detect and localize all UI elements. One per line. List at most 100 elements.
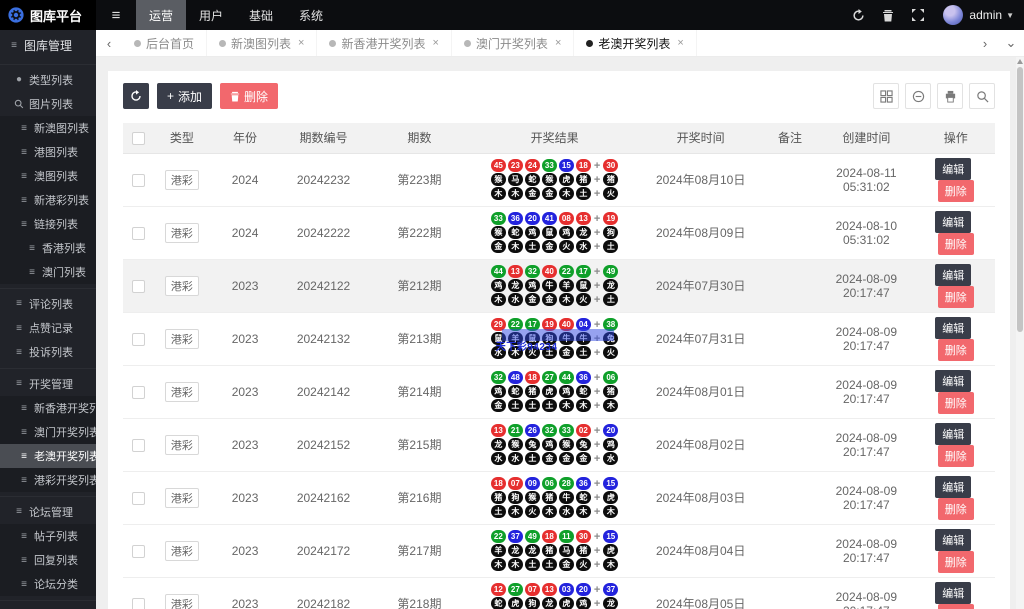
lottery-ball: 狗	[524, 597, 540, 609]
tabs-scroll-right-icon[interactable]: ›	[972, 30, 998, 56]
sidebar-item-13[interactable]: ≡ 开奖管理	[0, 368, 96, 396]
edit-button[interactable]: 编辑	[935, 528, 972, 551]
page-scrollbar[interactable]	[1016, 57, 1024, 609]
edit-button[interactable]: 编辑	[935, 581, 972, 604]
row-checkbox[interactable]	[131, 173, 145, 187]
sidebar-item-19[interactable]: ≡ 帖子列表	[0, 524, 96, 548]
row-checkbox[interactable]	[131, 226, 145, 240]
sidebar-item-15[interactable]: ≡ 澳门开奖列表	[0, 420, 96, 444]
sidebar-item-9[interactable]: ≡ 澳门列表	[0, 260, 96, 284]
nav-menu-item-2[interactable]: 基础	[236, 0, 286, 30]
col-created: 创建时间	[816, 123, 917, 154]
delete-button[interactable]: 删除	[937, 497, 974, 520]
user-avatar[interactable]	[943, 5, 964, 25]
list-icon: ≡	[21, 402, 27, 414]
sidebar-item-20[interactable]: ≡ 回复列表	[0, 548, 96, 572]
edit-button[interactable]: 编辑	[935, 316, 972, 339]
cell-issue-no: 20242152	[279, 418, 368, 472]
sidebar-item-2[interactable]: 图片列表	[0, 92, 96, 116]
filter-columns-icon[interactable]	[873, 83, 899, 109]
delete-button[interactable]: 删除	[937, 179, 974, 202]
sidebar-item-11[interactable]: ≡ 点赞记录	[0, 316, 96, 340]
edit-button[interactable]: 编辑	[935, 263, 972, 286]
refresh-table-button[interactable]	[123, 83, 149, 109]
tab-0[interactable]: 后台首页	[122, 30, 208, 56]
delete-button[interactable]: 删除	[937, 603, 974, 609]
lottery-ball: 13	[490, 424, 506, 437]
sidebar-item-18[interactable]: ≡ 论坛管理	[0, 496, 96, 524]
delete-button[interactable]: 删除	[937, 444, 974, 467]
edit-button[interactable]: 编辑	[935, 369, 972, 392]
row-checkbox[interactable]	[131, 385, 145, 399]
row-checkbox[interactable]	[131, 597, 145, 609]
delete-button[interactable]: 删除	[937, 232, 974, 255]
list-icon: ≡	[21, 170, 27, 182]
edit-button[interactable]: 编辑	[935, 157, 972, 180]
sidebar-item-0[interactable]: ≡ 图库管理	[0, 30, 96, 60]
row-checkbox[interactable]	[131, 491, 145, 505]
sidebar-item-5[interactable]: ≡ 澳图列表	[0, 164, 96, 188]
lottery-ball: 23	[507, 159, 523, 172]
tab-4[interactable]: 老澳开奖列表 ×	[574, 30, 697, 56]
row-checkbox[interactable]	[131, 544, 145, 558]
sidebar-item-4[interactable]: ≡ 港图列表	[0, 140, 96, 164]
sidebar-item-3[interactable]: ≡ 新澳图列表	[0, 116, 96, 140]
sidebar-item-1[interactable]: ● 类型列表	[0, 64, 96, 92]
hamburger-icon[interactable]: ≡	[96, 0, 136, 30]
tab-close-icon[interactable]: ×	[298, 37, 304, 49]
tab-close-icon[interactable]: ×	[555, 37, 561, 49]
export-icon[interactable]	[905, 83, 931, 109]
sidebar-item-17[interactable]: ≡ 港彩开奖列表	[0, 468, 96, 492]
delete-button[interactable]: 删除	[937, 338, 974, 361]
edit-button[interactable]: 编辑	[935, 475, 972, 498]
delete-button[interactable]: 删除	[937, 550, 974, 573]
fullscreen-icon[interactable]	[903, 0, 933, 30]
scrollbar-thumb[interactable]	[1017, 67, 1023, 332]
lottery-ball: 土	[575, 187, 591, 200]
row-checkbox[interactable]	[131, 332, 145, 346]
sidebar-item-6[interactable]: ≡ 新港彩列表	[0, 188, 96, 212]
sidebar-item-12[interactable]: ≡ 投诉列表	[0, 340, 96, 364]
nav-menu-item-0[interactable]: 运营	[136, 0, 187, 30]
row-checkbox[interactable]	[131, 279, 145, 293]
nav-menu-item-3[interactable]: 系统	[286, 0, 336, 30]
sidebar-item-8[interactable]: ≡ 香港列表	[0, 236, 96, 260]
tabs-menu-icon[interactable]: ⌄	[998, 30, 1024, 56]
sidebar-item-16[interactable]: ≡ 老澳开奖列表	[0, 444, 96, 468]
search-icon[interactable]	[969, 83, 995, 109]
row-checkbox[interactable]	[131, 438, 145, 452]
tab-label: 后台首页	[146, 36, 195, 51]
sidebar-item-14[interactable]: ≡ 新香港开奖列表	[0, 396, 96, 420]
edit-button[interactable]: 编辑	[935, 210, 972, 233]
refresh-icon[interactable]	[843, 0, 873, 30]
sidebar-item-7[interactable]: ≡ 链接列表	[0, 212, 96, 236]
cell-note	[763, 524, 817, 578]
top-navbar: 图库平台 ≡ 运营 用户 基础 系统 admin ▼	[0, 0, 1024, 30]
tab-close-icon[interactable]: ×	[432, 37, 438, 49]
sidebar-item-22[interactable]: ≡网址列表	[0, 600, 96, 609]
delete-button[interactable]: 删除	[937, 391, 974, 414]
clear-cache-icon[interactable]	[873, 0, 903, 30]
delete-button[interactable]: 删除	[937, 285, 974, 308]
scrollbar-up-arrow[interactable]	[1017, 59, 1023, 64]
edit-button[interactable]: 编辑	[935, 422, 972, 445]
cell-result: 45 23 24 33 15 18 +30 猴马蛇猴虎猪 + 猪木木金金木土 + 火	[471, 153, 638, 207]
user-menu[interactable]: admin ▼	[969, 8, 1014, 22]
tab-dot-icon	[134, 39, 141, 47]
nav-menu-item-1[interactable]: 用户	[186, 0, 236, 30]
tab-3[interactable]: 澳门开奖列表 ×	[452, 30, 575, 56]
select-all-checkbox[interactable]	[131, 131, 145, 145]
lottery-ball: 土	[490, 505, 506, 518]
tab-2[interactable]: 新香港开奖列表 ×	[317, 30, 452, 56]
tab-close-icon[interactable]: ×	[677, 37, 683, 49]
batch-delete-button[interactable]: 删除	[220, 83, 279, 109]
print-icon[interactable]	[937, 83, 963, 109]
lottery-ball: 22	[507, 318, 523, 331]
add-button[interactable]: + 添加	[157, 83, 213, 109]
sidebar-item-10[interactable]: ≡ 评论列表	[0, 288, 96, 316]
table-row-4: 港彩 2023 20242142 第214期 32 48 18 27 44 36 +06 鸡蛇猪虎鸡蛇…	[123, 365, 995, 419]
cell-checkbox	[123, 524, 154, 578]
sidebar-item-21[interactable]: ≡ 论坛分类	[0, 572, 96, 596]
tabs-scroll-left-icon[interactable]: ‹	[96, 30, 122, 56]
tab-1[interactable]: 新澳图列表 ×	[207, 30, 318, 56]
